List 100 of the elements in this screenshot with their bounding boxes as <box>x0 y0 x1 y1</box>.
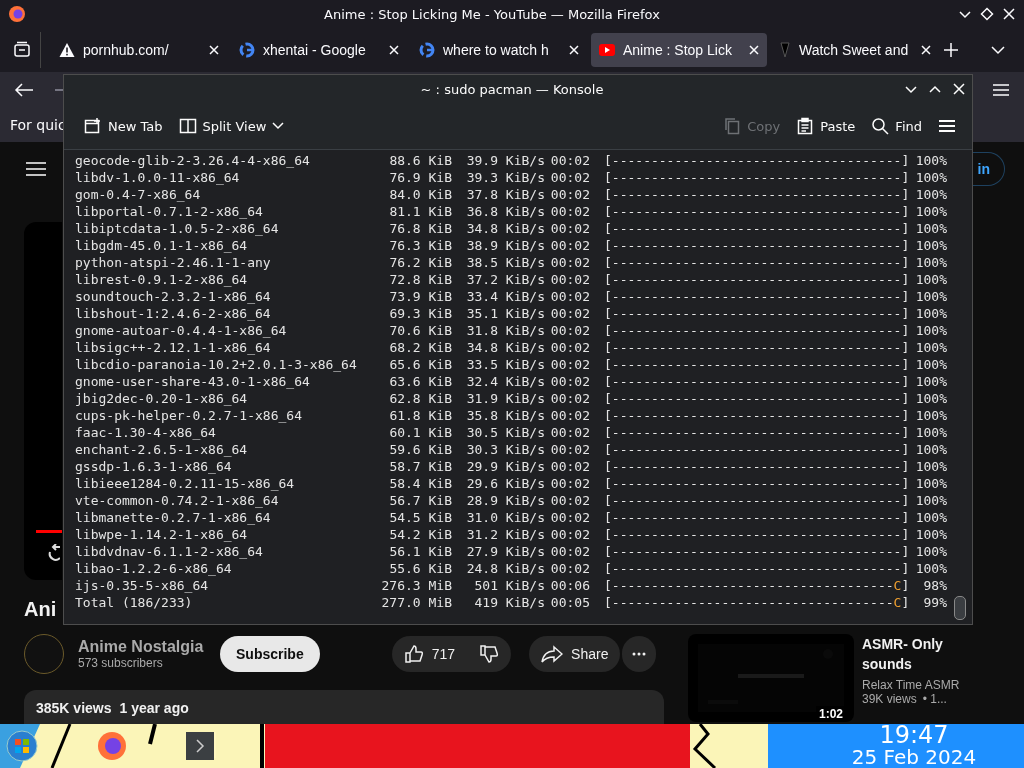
download-rate: 28.9 KiB/s <box>465 492 545 509</box>
package-size: 84.0 KiB <box>388 186 452 203</box>
package-size: 276.3 MiB <box>380 577 452 594</box>
subscribe-button[interactable]: Subscribe <box>220 636 320 672</box>
back-icon <box>14 82 34 98</box>
package-name: enchant-2.6.5-1-x86_64 <box>75 441 249 458</box>
browser-tab[interactable]: xhentai - Google <box>231 33 407 67</box>
package-size: 76.9 KiB <box>388 169 452 186</box>
progress-text: [-------------------------------------] <box>604 220 910 237</box>
close-icon <box>921 45 931 55</box>
percent: 99% <box>922 594 947 611</box>
share-button[interactable]: Share <box>529 636 621 672</box>
download-rate: 34.8 KiB/s <box>465 339 545 356</box>
package-size: 72.8 KiB <box>388 271 452 288</box>
new-tab-icon <box>84 117 102 135</box>
elapsed-time: 00:05 <box>549 594 590 611</box>
package-name: libdvdnav-6.1.1-2-x86_64 <box>75 543 264 560</box>
package-name: libcdio-paranoia-10.2+2.0.1-3-x86_64 <box>75 356 358 373</box>
percent: 100% <box>914 458 947 475</box>
percent: 100% <box>914 237 947 254</box>
percent: 100% <box>914 339 947 356</box>
package-name: libportal-0.7.1-2-x86_64 <box>75 203 264 220</box>
progress-text: [-------------------------------------] <box>604 407 910 424</box>
download-rate: 30.5 KiB/s <box>465 424 545 441</box>
site-icon <box>779 42 791 58</box>
browser-tab[interactable]: where to watch h <box>411 33 587 67</box>
toolbar-button[interactable]: New Tab <box>78 111 169 141</box>
package-name: libshout-1:2.4.6-2-x86_64 <box>75 305 272 322</box>
progress-text: [-------------------------------------] <box>604 169 910 186</box>
elapsed-time: 00:02 <box>549 509 590 526</box>
elapsed-time: 00:02 <box>549 373 590 390</box>
percent: 100% <box>914 424 947 441</box>
more-button[interactable] <box>622 636 657 672</box>
download-rate: 32.4 KiB/s <box>465 373 545 390</box>
clock-date: 25 Feb 2024 <box>851 746 977 768</box>
package-name: libao-1.2.2-6-x86_64 <box>75 560 233 577</box>
progress-text: [-------------------------------------] <box>604 492 910 509</box>
elapsed-time: 00:02 <box>549 458 590 475</box>
package-name: gssdp-1.6.3-1-x86_64 <box>75 458 233 475</box>
terminal-taskbar-icon[interactable] <box>186 732 214 760</box>
toolbar-button[interactable]: Find <box>865 111 928 141</box>
download-rate: 38.9 KiB/s <box>465 237 545 254</box>
progress-text: [-------------------------------------] <box>604 203 910 220</box>
package-size: 61.8 KiB <box>388 407 452 424</box>
package-size: 81.1 KiB <box>388 203 452 220</box>
elapsed-time: 00:02 <box>549 339 590 356</box>
elapsed-time: 00:02 <box>549 203 590 220</box>
browser-tab[interactable]: Anime : Stop Lick <box>591 33 767 67</box>
percent: 100% <box>914 220 947 237</box>
channel-avatar[interactable] <box>24 634 64 674</box>
percent: 100% <box>914 390 947 407</box>
package-name: cups-pk-helper-0.2.7-1-x86_64 <box>75 407 303 424</box>
progress-text: [-------------------------------------] <box>604 543 910 560</box>
package-name: libieee1284-0.2.11-15-x86_64 <box>75 475 296 492</box>
download-rate: 35.1 KiB/s <box>465 305 545 322</box>
elapsed-time: 00:02 <box>549 492 590 509</box>
browser-tab[interactable]: Watch Sweet and <box>771 33 939 67</box>
firefox-taskbar-icon[interactable] <box>96 730 128 762</box>
maximize-icon <box>980 7 994 21</box>
download-rate: 24.8 KiB/s <box>465 560 545 577</box>
google-icon <box>419 42 435 58</box>
package-size: 65.6 KiB <box>388 356 452 373</box>
percent: 100% <box>914 475 947 492</box>
percent: 100% <box>914 186 947 203</box>
suggested-video-title[interactable]: ASMR- Only sounds <box>862 634 980 674</box>
download-rate: 31.9 KiB/s <box>465 390 545 407</box>
tab-list-icon <box>13 41 31 59</box>
close-icon <box>389 45 399 55</box>
package-name: gom-0.4-7-x86_64 <box>75 186 202 203</box>
progress-text: [-------------------------------------] <box>604 424 910 441</box>
elapsed-time: 00:02 <box>549 441 590 458</box>
package-name: Total (186/233) <box>75 594 194 611</box>
browser-tab[interactable]: pornhub.com/ <box>51 33 227 67</box>
package-size: 54.5 KiB <box>388 509 452 526</box>
toolbar-button[interactable]: Paste <box>790 111 862 141</box>
package-name: libdv-1.0.0-11-x86_64 <box>75 169 241 186</box>
close-icon <box>1002 7 1016 21</box>
progress-text: [-------------------------------------] <box>604 339 910 356</box>
package-name: python-atspi-2.46.1-1-any <box>75 254 272 271</box>
start-button[interactable] <box>6 730 38 762</box>
progress-text: [-------------------------------------] <box>604 458 910 475</box>
package-size: 60.1 KiB <box>388 424 452 441</box>
download-rate: 29.9 KiB/s <box>465 458 545 475</box>
download-rate: 31.8 KiB/s <box>465 322 545 339</box>
notification-text: For quic <box>10 117 66 133</box>
elapsed-time: 00:02 <box>549 356 590 373</box>
package-name: librest-0.9.1-2-x86_64 <box>75 271 249 288</box>
percent: 100% <box>914 271 947 288</box>
elapsed-time: 00:02 <box>549 322 590 339</box>
package-size: 88.6 KiB <box>388 152 452 169</box>
package-size: 56.7 KiB <box>388 492 452 509</box>
scrollbar-thumb[interactable] <box>954 596 966 620</box>
package-name: libmanette-0.2.7-1-x86_64 <box>75 509 272 526</box>
progress-text: [-------------------------------------] <box>604 509 910 526</box>
toolbar-button[interactable]: Split View <box>172 111 291 141</box>
channel-name[interactable]: Anime Nostalgia <box>78 638 220 656</box>
suggested-age: • 1... <box>922 692 947 706</box>
download-rate: 39.3 KiB/s <box>465 169 545 186</box>
progress-text: [-------------------------------------] <box>604 390 910 407</box>
menu-icon <box>992 83 1010 97</box>
